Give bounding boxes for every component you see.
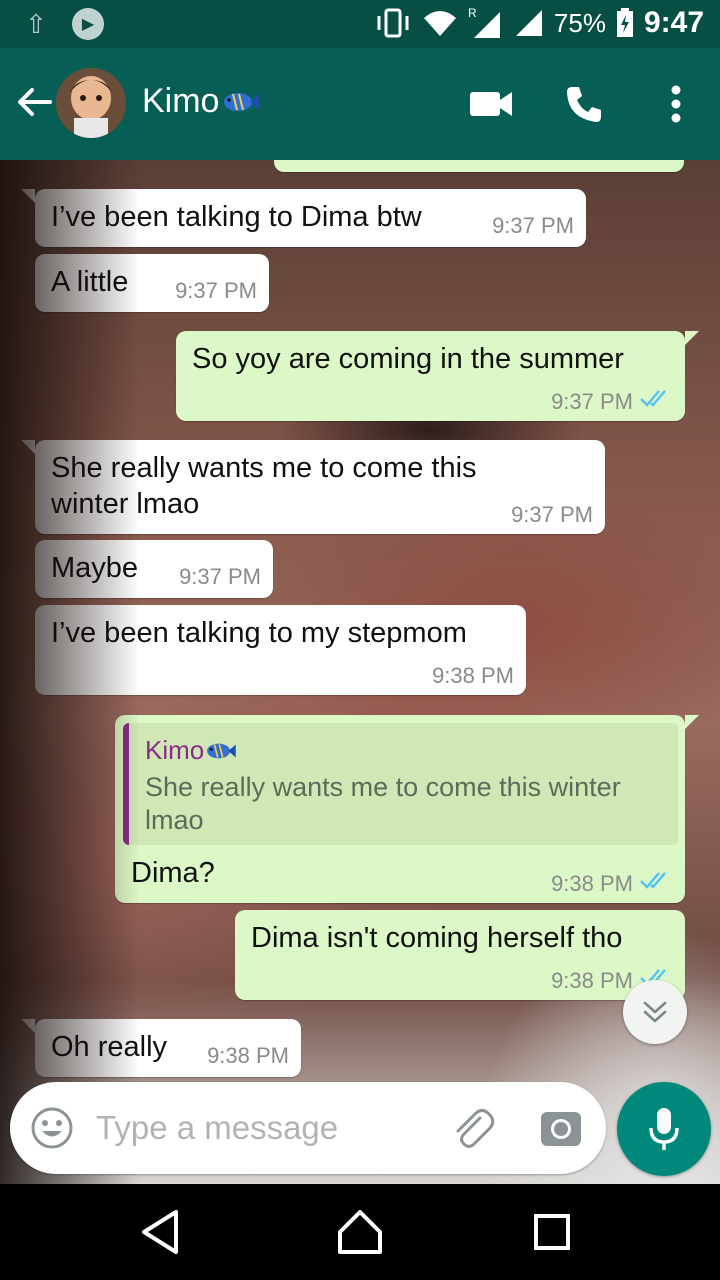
message-time: 9:37 PM [551, 389, 633, 414]
message-time: 9:37 PM [175, 278, 257, 303]
message-text: I’ve been talking to my stepmom [51, 617, 467, 649]
nav-recents-icon[interactable] [526, 1206, 578, 1258]
message-time: 9:38 PM [432, 663, 514, 688]
more-vert-icon [671, 85, 681, 123]
message-bubble-incoming[interactable]: I’ve been talking to Dima btw 9:37 PM [21, 189, 586, 247]
signal-roaming-icon: R [468, 6, 500, 38]
message-bubble-incoming[interactable]: Maybe 9:37 PM [35, 540, 273, 598]
message-time: 9:38 PM [207, 1043, 289, 1068]
message-text: A little [51, 266, 129, 298]
tropical-fish-icon [207, 743, 236, 758]
vibrate-icon [377, 8, 409, 38]
message-text: I’ve been talking to Dima btw [51, 201, 422, 233]
contact-name[interactable]: Kimo [142, 82, 260, 121]
message-text: Oh really [51, 1031, 168, 1063]
nav-home-icon[interactable] [334, 1206, 386, 1258]
message-text: Dima? [131, 857, 215, 889]
quoted-sender-name: Kimo [145, 735, 205, 765]
chat-header: Kimo [0, 48, 720, 160]
message-bubble-outgoing[interactable]: Dima isn't coming herself tho 9:38 PM [235, 910, 685, 1000]
clock: 9:47 [643, 6, 704, 39]
message-text-line2: winter lmao [51, 488, 200, 520]
camera-icon[interactable] [540, 1108, 582, 1148]
nav-back-icon[interactable] [134, 1206, 186, 1258]
more-options-button[interactable] [652, 80, 700, 128]
tropical-fish-icon [224, 92, 260, 111]
message-bubble-partial [274, 160, 684, 172]
message-time: 9:37 PM [492, 213, 574, 238]
quoted-sender: Kimo [145, 735, 236, 766]
play-icon: ▶ [72, 8, 104, 40]
message-time: 9:37 PM [179, 564, 261, 589]
microphone-icon [649, 1108, 679, 1150]
voice-message-button[interactable] [617, 1082, 711, 1176]
avatar[interactable] [56, 68, 126, 138]
emoji-icon[interactable] [30, 1106, 74, 1150]
message-text-line1: She really wants me to come this [51, 452, 477, 484]
avatar-image [56, 68, 126, 138]
message-bubble-outgoing[interactable]: So yoy are coming in the summer 9:37 PM [176, 331, 699, 421]
svg-text:R: R [468, 6, 477, 20]
message-bubble-incoming[interactable]: A little 9:37 PM [35, 254, 269, 312]
status-bar: ⇧ ▶ R 75% 9:47 [0, 0, 720, 48]
message-time: 9:38 PM [551, 968, 633, 993]
wifi-icon [423, 11, 456, 36]
message-text: Dima isn't coming herself tho [251, 922, 623, 954]
message-time: 9:38 PM [551, 871, 633, 896]
battery-charging-icon [616, 8, 633, 37]
video-camera-icon [470, 92, 512, 116]
battery-percentage: 75% [553, 7, 606, 38]
contact-name-text: Kimo [142, 82, 220, 120]
read-receipt-icon [640, 872, 666, 889]
message-time: 9:37 PM [511, 502, 593, 527]
message-bubble-outgoing-reply[interactable]: Kimo She really wants me to come this wi… [115, 715, 699, 903]
upload-arrow-icon: ⇧ [25, 8, 47, 39]
message-text: Maybe [51, 552, 139, 584]
message-bubble-incoming[interactable]: I’ve been talking to my stepmom 9:38 PM [35, 605, 526, 695]
system-navigation-bar [0, 1184, 720, 1280]
message-input[interactable] [96, 1106, 426, 1150]
double-chevron-down-icon [643, 1001, 667, 1023]
chat-wallpaper: I’ve been talking to Dima btw 9:37 PM A … [0, 160, 720, 1184]
voice-call-button[interactable] [560, 80, 608, 128]
quoted-text: She really wants me to come this winter … [145, 772, 621, 835]
read-receipt-icon [640, 390, 666, 407]
scroll-to-bottom-button[interactable] [623, 980, 687, 1044]
video-call-button[interactable] [468, 80, 516, 128]
message-bubble-incoming[interactable]: Oh really 9:38 PM [21, 1019, 301, 1077]
back-arrow-icon[interactable] [14, 82, 54, 122]
message-composer [10, 1082, 606, 1174]
quoted-message[interactable]: Kimo She really wants me to come this wi… [123, 723, 678, 845]
paperclip-icon[interactable] [450, 1106, 496, 1152]
phone-icon [567, 87, 601, 122]
message-bubble-incoming[interactable]: She really wants me to come this winter … [21, 440, 605, 534]
quote-accent-bar [123, 723, 129, 845]
message-text: So yoy are coming in the summer [192, 343, 624, 375]
signal-icon [515, 10, 542, 36]
